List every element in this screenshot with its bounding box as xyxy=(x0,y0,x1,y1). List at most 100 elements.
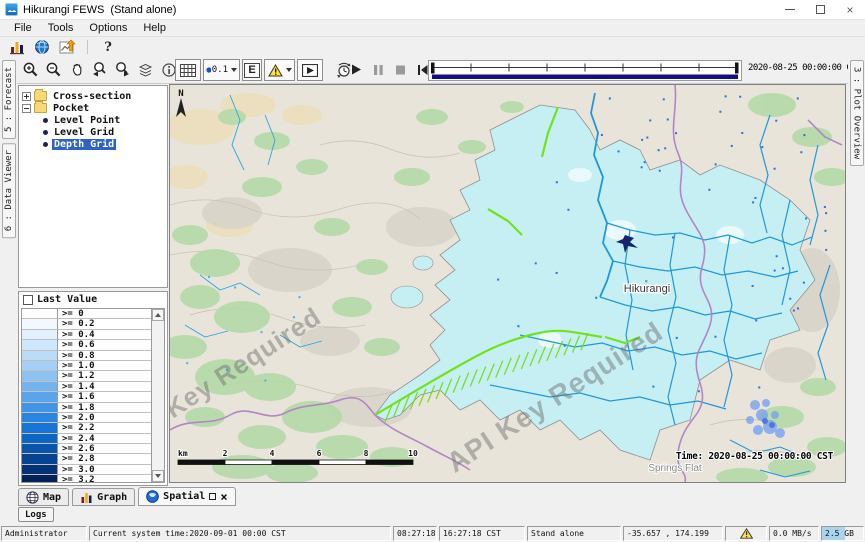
legend-row[interactable]: >= 3.2 xyxy=(22,475,151,482)
pan-hand-icon[interactable] xyxy=(66,59,87,80)
close-button[interactable]: × xyxy=(835,0,865,19)
tree-node-label[interactable]: Level Grid xyxy=(52,127,116,138)
map-time-label: Time: 2020-08-25 00:00:00 CST xyxy=(676,451,834,462)
legend-row[interactable]: >= 1.2 xyxy=(22,371,151,381)
warning-threshold-dropdown[interactable] xyxy=(264,59,295,81)
tree-node-level-point[interactable]: Level Point xyxy=(21,114,165,126)
legend-row[interactable]: >= 1.4 xyxy=(22,382,151,392)
status-bar: Administrator Current system time:2020-0… xyxy=(0,525,865,542)
tree-node-label[interactable]: Cross-section xyxy=(51,91,133,102)
legend-color-swatch xyxy=(22,330,58,340)
tab-data-viewer[interactable]: 6 : Data Viewer xyxy=(2,143,16,238)
step-back-button[interactable] xyxy=(415,59,429,80)
app-logo-icon xyxy=(5,3,18,16)
pause-button[interactable] xyxy=(371,59,385,80)
slider-left-handle[interactable] xyxy=(431,63,435,74)
legend-row-label: >= 0.6 xyxy=(58,340,151,350)
legend-color-swatch xyxy=(22,434,58,444)
svg-text:2: 2 xyxy=(223,449,228,458)
time-slider[interactable] xyxy=(428,60,742,81)
map-display-globe-icon[interactable] xyxy=(33,39,51,56)
tree-node-level-grid[interactable]: Level Grid xyxy=(21,126,165,138)
contour-threshold-dropdown[interactable]: 0.1 xyxy=(203,59,240,81)
zoom-out-button[interactable] xyxy=(43,59,64,80)
legend-color-swatch xyxy=(22,351,58,361)
legend-row[interactable]: >= 2.4 xyxy=(22,434,151,444)
tab-map[interactable]: Map xyxy=(18,488,69,506)
status-warning-cell[interactable] xyxy=(725,526,767,541)
tree-node-pocket[interactable]: Pocket xyxy=(21,102,165,114)
stop-button[interactable] xyxy=(393,59,407,80)
map-viewport[interactable]: API Key Required API Key Required N km 2… xyxy=(169,84,846,483)
current-datetime-label: 2020-08-25 00:00:00 CST xyxy=(748,63,861,73)
legend-color-swatch xyxy=(22,413,58,423)
menu-tools[interactable]: Tools xyxy=(40,21,82,36)
memory-text: 2.5 GB xyxy=(825,529,854,538)
tab-graph[interactable]: Graph xyxy=(72,488,135,506)
collapse-icon[interactable] xyxy=(22,104,31,113)
title-bar: Hikurangi FEWS (Stand alone) × xyxy=(0,0,865,20)
tab-close-icon[interactable]: × xyxy=(220,493,227,501)
expand-icon[interactable] xyxy=(22,92,31,101)
play-button[interactable] xyxy=(349,59,363,80)
legend-toggle-button[interactable]: E xyxy=(242,59,262,81)
legend-row[interactable]: >= 0.4 xyxy=(22,330,151,340)
slider-right-handle[interactable] xyxy=(735,63,739,74)
town-label: Hikurangi xyxy=(624,283,670,295)
menu-options[interactable]: Options xyxy=(81,21,135,36)
animation-export-button[interactable] xyxy=(297,59,323,81)
tab-label: Graph xyxy=(97,492,127,503)
legend-row-label: >= 1.6 xyxy=(58,392,151,402)
help-button[interactable]: ? xyxy=(99,39,117,56)
timeseries-dialog-icon[interactable] xyxy=(58,39,76,56)
tab-restore-icon[interactable] xyxy=(209,493,216,500)
dot-icon xyxy=(206,67,211,73)
left-tab-strip: 5 : Forecast 6 : Data Viewer xyxy=(0,57,17,486)
tree-node-label[interactable]: Depth Grid xyxy=(52,139,116,150)
explorer-bars-icon[interactable] xyxy=(8,39,26,56)
tree-node-label[interactable]: Level Point xyxy=(52,115,122,126)
tab-spatial[interactable]: Spatial × xyxy=(138,487,235,506)
last-value-label: Last Value xyxy=(37,294,97,305)
menu-help[interactable]: Help xyxy=(135,21,174,36)
last-value-checkbox[interactable] xyxy=(23,295,33,305)
scroll-up-button[interactable] xyxy=(152,309,164,321)
legend-row[interactable]: >= 1.6 xyxy=(22,392,151,402)
layers-icon[interactable] xyxy=(135,59,156,80)
tree-node-label[interactable]: Pocket xyxy=(51,103,91,114)
legend-scrollbar[interactable] xyxy=(151,309,164,482)
chevron-down-icon xyxy=(286,68,292,72)
maximize-button[interactable] xyxy=(805,0,835,19)
app-window: Hikurangi FEWS (Stand alone) × File Tool… xyxy=(0,0,865,542)
menu-file[interactable]: File xyxy=(6,21,40,36)
legend-color-swatch xyxy=(22,465,58,475)
legend-row[interactable]: >= 0.6 xyxy=(22,340,151,350)
logs-button[interactable]: Logs xyxy=(18,507,54,522)
legend-row[interactable]: >= 0.8 xyxy=(22,351,151,361)
grid-display-button[interactable] xyxy=(175,59,201,81)
status-coordinates: -35.657 , 174.199 xyxy=(623,526,723,541)
legend-color-swatch xyxy=(22,361,58,371)
legend-row[interactable]: >= 0 xyxy=(22,309,151,319)
minimize-button[interactable] xyxy=(775,0,805,19)
tree-node-depth-grid[interactable]: Depth Grid xyxy=(21,138,165,150)
legend-row[interactable]: >= 1.0 xyxy=(22,361,151,371)
legend-row[interactable]: >= 0.2 xyxy=(22,319,151,329)
legend-row[interactable]: >= 2.8 xyxy=(22,454,151,464)
svg-text:km: km xyxy=(178,449,188,458)
slider-range-bar[interactable] xyxy=(432,75,738,80)
zoom-next-button[interactable] xyxy=(112,59,133,80)
scale-bar-segments xyxy=(178,460,413,465)
legend-row[interactable]: >= 2.2 xyxy=(22,423,151,433)
legend-row[interactable]: >= 3.0 xyxy=(22,465,151,475)
zoom-in-button[interactable] xyxy=(20,59,41,80)
scroll-down-button[interactable] xyxy=(152,470,164,482)
zoom-previous-button[interactable] xyxy=(89,59,110,80)
legend-row[interactable]: >= 1.8 xyxy=(22,403,151,413)
legend-row[interactable]: >= 2.0 xyxy=(22,413,151,423)
legend-row[interactable]: >= 2.6 xyxy=(22,444,151,454)
upper-toolbar: ? xyxy=(0,37,865,57)
legend-row-label: >= 1.8 xyxy=(58,403,151,413)
tab-forecast[interactable]: 5 : Forecast xyxy=(2,60,16,139)
tab-plot-overview[interactable]: 3 : Plot Overview xyxy=(850,60,864,166)
